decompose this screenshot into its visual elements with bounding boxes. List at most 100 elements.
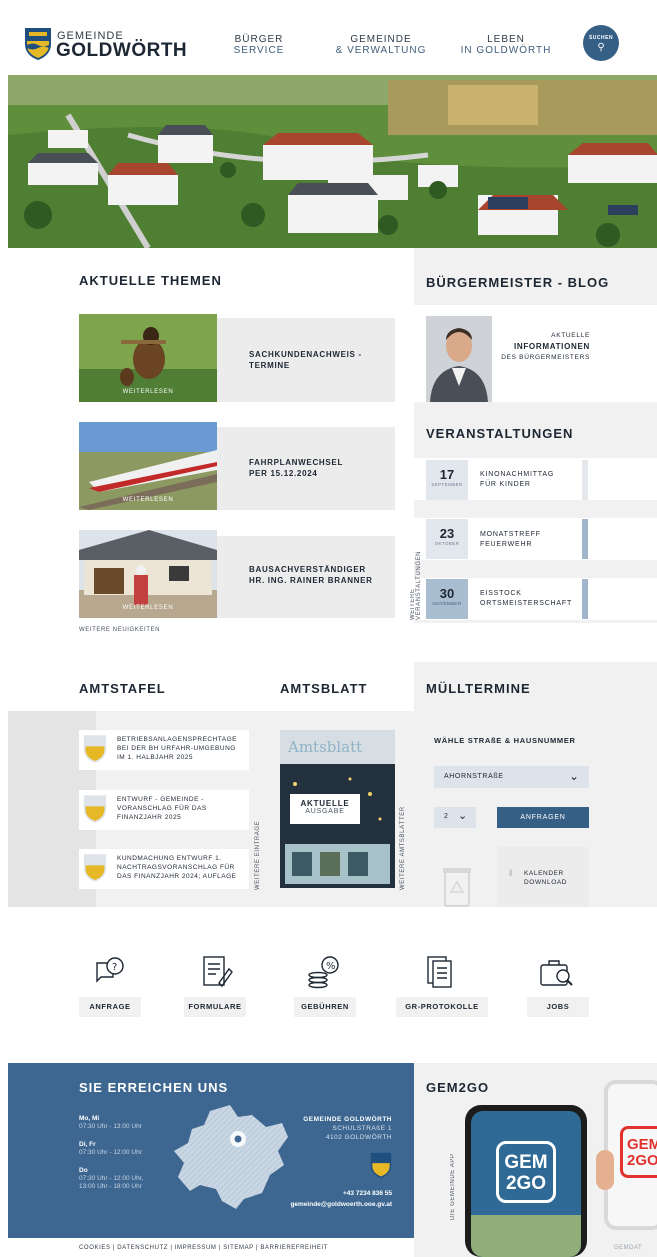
blog-teaser[interactable]: AKTUELLE INFORMATIONEN DES BÜRGERMEISTER… [497, 330, 590, 363]
read-more-link[interactable]: WEITERLESEN [79, 605, 217, 611]
amtsblatt-cover[interactable]: Amtsblatt AKTUELLE AUSGABE [280, 730, 395, 888]
coat-of-arms-icon [370, 1152, 392, 1179]
cover-photo [280, 764, 395, 888]
news-title[interactable]: FAHRPLANWECHSEL PER 15.12.2024 [249, 457, 343, 479]
contact-address: GEMEINDE GOLDWÖRTH SCHULSTRAßE 1 4102 GO… [303, 1116, 392, 1141]
street-select-label: WÄHLE STRAßE & HAUSNUMMER [434, 736, 576, 745]
phone-screen: GEM 2GO [471, 1111, 581, 1257]
nav-buerger-service[interactable]: BÜRGER SERVICE [228, 34, 290, 56]
hours-time: 07:30 Uhr - 13:00 Uhr [79, 1123, 142, 1130]
search-icon: ⚲ [597, 42, 605, 53]
event-date: 17 SEPTEMBER [426, 460, 468, 500]
footer-link-sitemap[interactable]: SITEMAP [223, 1245, 253, 1251]
blog-section-title: BÜRGERMEISTER - BLOG [426, 275, 610, 290]
footer-links: COOKIES | DATENSCHUTZ | IMPRESSUM | SITE… [79, 1245, 328, 1251]
news-title[interactable]: BAUSACHVERSTÄNDIGER HR. ING. RAINER BRANN… [249, 564, 373, 586]
gem2go-vertical-label: DIE GEMEINDE APP [450, 1153, 456, 1220]
briefcase-search-icon[interactable] [539, 957, 575, 994]
news-section-title: AKTUELLE THEMEN [79, 273, 222, 288]
contact-email[interactable]: gemeinde@goldwoerth.ooe.gv.at [290, 1199, 392, 1210]
amtsblatt-section-title: AMTSBLATT [280, 681, 368, 696]
nav-sublabel: IN GOLDWÖRTH [460, 45, 552, 56]
gem2go-logo: GEM 2GO [496, 1141, 556, 1203]
download-icon: ⬇ [507, 868, 515, 878]
contact-section: SIE ERREICHEN UNS Mo, Mi 07:30 Uhr - 13:… [8, 1063, 414, 1238]
hours-time: 07:30 Uhr - 12:00 Uhr [79, 1149, 142, 1156]
nav-leben-in-goldwoerth[interactable]: LEBEN IN GOLDWÖRTH [458, 34, 554, 56]
amtstafel-section-title: AMTSTAFEL [79, 681, 166, 696]
amtstafel-entry[interactable]: ENTWURF - GEMEINDE - VORANSCHLAG FÜR DAS F… [79, 790, 249, 830]
read-more-link[interactable]: WEITERLESEN [79, 389, 217, 395]
search-button[interactable]: SUCHEN ⚲ [583, 25, 619, 61]
opening-hours: Mo, Mi 07:30 Uhr - 13:00 Uhr Di, Fr 07:3… [79, 1115, 143, 1191]
current-issue-badge[interactable]: AKTUELLE AUSGABE [290, 794, 360, 824]
nav-label: BÜRGER [234, 34, 284, 45]
street-select-value: AHORNSTRAßE [444, 773, 504, 780]
footer-link-impressum[interactable]: IMPRESSUM [175, 1245, 217, 1251]
more-amtsblaetter-link[interactable]: WEITERE AMTSBLÄTTER [400, 800, 406, 890]
hours-days: Do [79, 1167, 88, 1174]
coat-of-arms-icon [83, 735, 107, 763]
request-button[interactable]: ANFRAGEN [497, 807, 589, 828]
nav-sublabel: SERVICE [233, 45, 285, 56]
quicklink-formulare[interactable]: FORMULARE [184, 997, 246, 1017]
quicklink-jobs[interactable]: JOBS [527, 997, 589, 1017]
event-title[interactable]: KINONACHMITTAG FÜR KINDER [480, 470, 554, 490]
chevron-down-icon: ⌄ [458, 810, 468, 822]
gemdat-label: GEMDAT [614, 1245, 643, 1251]
news-image-dog[interactable]: WEITERLESEN [79, 314, 217, 402]
hours-days: Di, Fr [79, 1141, 96, 1148]
upper-austria-map [174, 1105, 288, 1209]
question-bubble-icon[interactable]: ? [91, 957, 125, 994]
news-title[interactable]: SACHKUNDENACHWEIS - TERMINE [249, 349, 362, 371]
amtstafel-entry[interactable]: KUNDMACHUNG ENTWURF 1. NACHTRAGSVORANSCHL… [79, 849, 249, 889]
coat-of-arms-icon [83, 854, 107, 882]
nav-gemeinde-verwaltung[interactable]: GEMEINDE & VERWALTUNG [334, 34, 428, 56]
phone-mockup[interactable]: GEM 2GO [465, 1105, 587, 1257]
event-title[interactable]: EISSTOCK ORTSMEISTERSCHAFT [480, 589, 572, 609]
street-select[interactable]: AHORNSTRAßE ⌄ [434, 766, 589, 788]
house-number-select[interactable]: 2 ⌄ [434, 807, 476, 828]
contact-phone[interactable]: +43 7234 836 55 [290, 1188, 392, 1199]
quicklink-gebuehren[interactable]: GEBÜHREN [294, 997, 356, 1017]
site-header: GEMEINDE GOLDWÖRTH BÜRGER SERVICE GEMEIN… [0, 0, 657, 75]
nav-label: GEMEINDE [350, 34, 412, 45]
event-title[interactable]: MONATSTREFF FEUERWEHR [480, 530, 541, 550]
coat-of-arms-icon[interactable] [24, 27, 52, 61]
chevron-down-icon: ⌄ [568, 769, 579, 783]
quicklink-anfrage[interactable]: ANFRAGE [79, 997, 141, 1017]
footer-link-barrierefreiheit[interactable]: BARRIEREFREIHEIT [260, 1245, 328, 1251]
event-accent-bar [582, 460, 588, 500]
nav-sublabel: & VERWALTUNG [335, 45, 427, 56]
hero-aerial-photo [8, 75, 657, 248]
svg-text:?: ? [112, 962, 117, 973]
form-icon[interactable] [201, 955, 233, 994]
trash-bin-icon [443, 868, 471, 907]
coat-of-arms-icon [83, 795, 107, 823]
hours-days: Mo, Mi [79, 1115, 100, 1122]
footer-link-datenschutz[interactable]: DATENSCHUTZ [117, 1245, 168, 1251]
event-date: 23 OKTOBER [426, 519, 468, 559]
event-date: 30 NOVEMBER [426, 579, 468, 619]
nav-label: LEBEN [487, 34, 525, 45]
more-events-link[interactable]: WEITERE VERANSTALTUNGEN [410, 520, 422, 620]
gem2go-logo-red: GEM 2GO [620, 1126, 657, 1178]
hero-image-village [8, 75, 657, 248]
contact-title: SIE ERREICHEN UNS [79, 1080, 229, 1095]
coins-icon[interactable]: % [306, 955, 342, 994]
read-more-link[interactable]: WEITERLESEN [79, 497, 217, 503]
gem2go-title: GEM2GO [426, 1080, 490, 1095]
logo-municipality-name[interactable]: GOLDWÖRTH [56, 40, 187, 62]
news-image-train[interactable]: WEITERLESEN [79, 422, 217, 510]
event-accent-bar [582, 579, 588, 619]
quicklink-gr-protokolle[interactable]: GR-PROTOKOLLE [396, 997, 488, 1017]
calendar-download-button[interactable]: ⬇ KALENDER DOWNLOAD [497, 847, 589, 907]
news-image-house[interactable]: WEITERLESEN [79, 530, 217, 618]
mayor-portrait[interactable] [426, 316, 492, 402]
more-entries-link[interactable]: WEITERE EINTRÄGE [255, 820, 261, 890]
footer-link-cookies[interactable]: COOKIES [79, 1245, 111, 1251]
more-news-link[interactable]: WEITERE NEUIGKEITEN [79, 627, 160, 633]
amtstafel-entry[interactable]: BETRIEBSANLAGENSPRECHTAGE BEI DER BH URFA… [79, 730, 249, 770]
phone-screen-photo [471, 1215, 581, 1257]
documents-icon[interactable] [424, 955, 456, 994]
